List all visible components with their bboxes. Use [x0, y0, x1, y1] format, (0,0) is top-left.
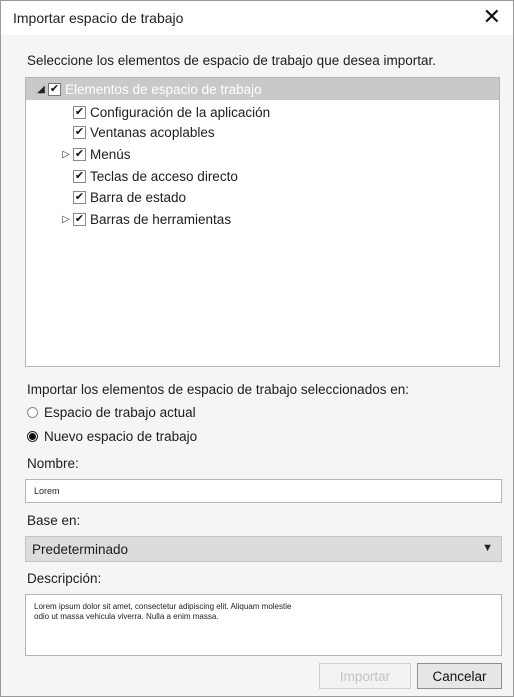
- base-dropdown[interactable]: Predeterminado ▼: [25, 536, 502, 562]
- name-input[interactable]: [25, 479, 502, 503]
- radio-label: Nuevo espacio de trabajo: [44, 429, 198, 444]
- chevron-down-icon[interactable]: ▼: [482, 542, 493, 554]
- close-icon[interactable]: ✕: [483, 4, 501, 30]
- tree-item-label: Barras de herramientas: [90, 211, 232, 227]
- radio-button-selected[interactable]: [27, 431, 38, 442]
- checkmark-icon: ✔: [74, 147, 85, 160]
- select-elements-prompt: Seleccione los elementos de espacio de t…: [27, 53, 437, 68]
- tree-item[interactable]: ✔ Configuración de la aplicación: [59, 102, 270, 122]
- checkmark-icon: ✔: [74, 190, 85, 203]
- tree-item-label: Menús: [90, 146, 131, 162]
- expanded-arrow-icon[interactable]: ◢: [34, 84, 48, 95]
- checkmark-icon: ✔: [74, 212, 85, 225]
- tree-item[interactable]: ▷ ✔ Barras de herramientas: [59, 209, 231, 229]
- import-workspace-dialog: Importar espacio de trabajo ✕ Seleccione…: [0, 0, 514, 697]
- collapsed-arrow-icon[interactable]: ▷: [59, 214, 73, 225]
- tree-root-row[interactable]: ◢ ✔ Elementos de espacio de trabajo: [26, 78, 499, 100]
- import-target-label: Importar los elementos de espacio de tra…: [27, 382, 409, 397]
- workspace-elements-tree[interactable]: ◢ ✔ Elementos de espacio de trabajo ✔ Co…: [25, 77, 500, 367]
- title-bar: Importar espacio de trabajo ✕: [1, 1, 513, 35]
- checkmark-icon: ✔: [74, 169, 85, 182]
- description-field[interactable]: Lorem ipsum dolor sit amet, consectetur …: [25, 594, 502, 656]
- radio-button[interactable]: [27, 407, 38, 418]
- checkmark-icon: ✔: [49, 82, 60, 95]
- tree-item-label: Barra de estado: [90, 189, 187, 205]
- root-checkbox[interactable]: ✔: [48, 82, 61, 96]
- item-checkbox[interactable]: ✔: [73, 105, 86, 119]
- cancel-button[interactable]: Cancelar: [417, 663, 502, 689]
- checkmark-icon: ✔: [74, 125, 85, 138]
- item-checkbox[interactable]: ✔: [73, 190, 86, 204]
- tree-item[interactable]: ✔ Barra de estado: [59, 187, 186, 207]
- item-checkbox[interactable]: ✔: [73, 125, 86, 139]
- tree-item-label: Teclas de acceso directo: [90, 168, 238, 184]
- tree-item[interactable]: ▷ ✔ Menús: [59, 144, 131, 164]
- radio-current-workspace[interactable]: Espacio de trabajo actual: [27, 405, 196, 420]
- radio-new-workspace[interactable]: Nuevo espacio de trabajo: [27, 429, 197, 444]
- radio-label: Espacio de trabajo actual: [44, 405, 196, 420]
- item-checkbox[interactable]: ✔: [73, 169, 86, 183]
- collapsed-arrow-icon[interactable]: ▷: [59, 149, 73, 160]
- description-label: Descripción:: [27, 571, 102, 586]
- name-label: Nombre:: [27, 456, 79, 471]
- base-label: Base en:: [27, 513, 81, 528]
- item-checkbox[interactable]: ✔: [73, 212, 86, 226]
- item-checkbox[interactable]: ✔: [73, 147, 86, 161]
- tree-item[interactable]: ✔ Ventanas acoplables: [59, 122, 215, 142]
- checkmark-icon: ✔: [74, 105, 85, 118]
- tree-root-label: Elementos de espacio de trabajo: [65, 81, 262, 97]
- tree-item-label: Ventanas acoplables: [90, 124, 215, 140]
- import-button[interactable]: Importar: [319, 663, 411, 689]
- tree-item[interactable]: ✔ Teclas de acceso directo: [59, 166, 238, 186]
- base-selected-value: Predeterminado: [32, 541, 129, 557]
- tree-item-label: Configuración de la aplicación: [90, 104, 271, 120]
- dialog-title: Importar espacio de trabajo: [13, 10, 184, 26]
